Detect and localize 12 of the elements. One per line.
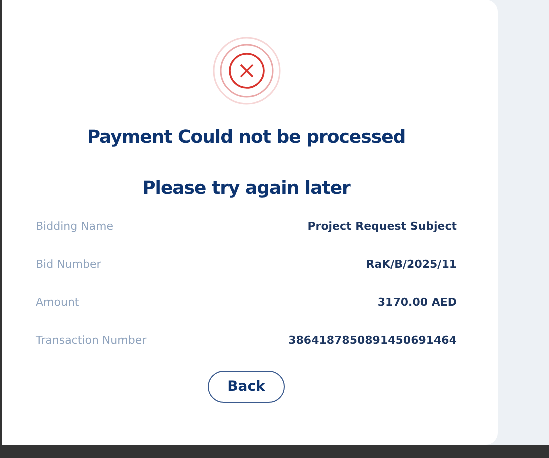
detail-value: 3864187850891450691464 xyxy=(288,333,457,349)
error-icon xyxy=(212,36,282,106)
detail-value: RaK/B/2025/11 xyxy=(366,257,457,273)
detail-value: Project Request Subject xyxy=(308,219,457,235)
detail-label: Bid Number xyxy=(36,257,102,273)
status-title: Payment Could not be processed xyxy=(87,127,406,148)
detail-label: Bidding Name xyxy=(36,219,114,235)
detail-label: Amount xyxy=(36,295,80,311)
status-subtitle: Please try again later xyxy=(142,178,350,199)
back-button[interactable]: Back xyxy=(208,371,285,403)
detail-value: 3170.00 AED xyxy=(378,295,457,311)
detail-label: Transaction Number xyxy=(36,333,147,349)
